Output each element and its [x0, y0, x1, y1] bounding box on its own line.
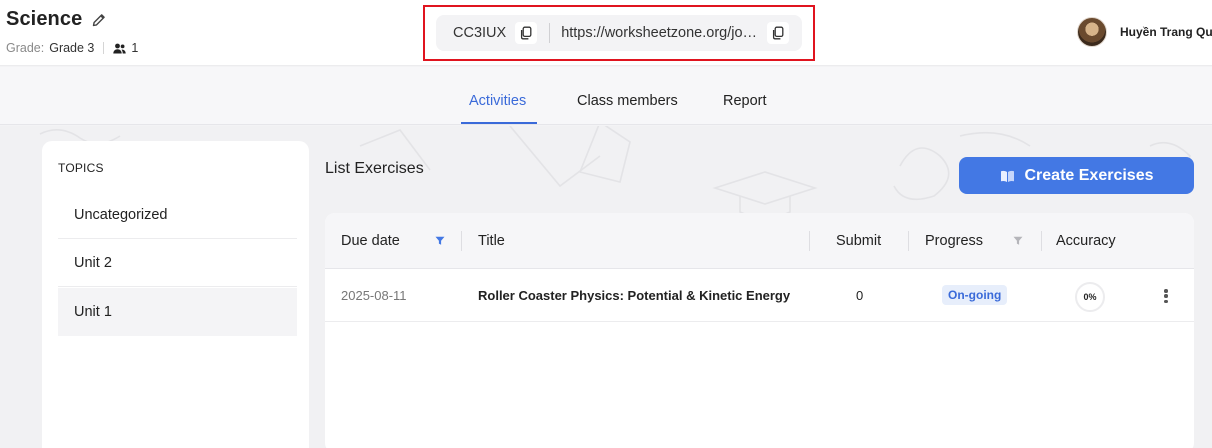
- copy-icon: [773, 26, 784, 40]
- active-tab-indicator: [461, 122, 537, 124]
- user-name[interactable]: Huyền Trang Quách: [1120, 25, 1212, 39]
- filter-icon[interactable]: [1013, 236, 1023, 246]
- table-header: Due date Title Submit Progress Accuracy: [325, 213, 1194, 269]
- class-header: Science Grade: Grade 3 1 CC3IUX https://…: [0, 0, 1212, 66]
- kebab-icon[interactable]: [1161, 287, 1171, 305]
- filter-icon[interactable]: [435, 236, 445, 246]
- col-submit: Submit: [836, 233, 882, 249]
- copy-code-button[interactable]: [515, 22, 538, 44]
- grade-label: Grade:: [6, 41, 45, 55]
- col-title: Title: [478, 233, 505, 249]
- join-url: https://worksheetzone.org/join/CC3IUX: [561, 25, 757, 41]
- col-progress[interactable]: Progress: [925, 233, 983, 249]
- topic-item-unit-2[interactable]: Unit 2: [58, 239, 297, 287]
- header-divider: [809, 231, 810, 251]
- member-count-value: 1: [131, 41, 139, 55]
- tab-activities[interactable]: Activities: [469, 93, 526, 109]
- tab-class-members[interactable]: Class members: [577, 93, 678, 109]
- status-badge: On-going: [942, 285, 1008, 305]
- row-due-date: 2025-08-11: [341, 288, 407, 303]
- class-title: Science: [6, 8, 107, 31]
- book-icon: [1000, 170, 1014, 182]
- exercises-table: Due date Title Submit Progress Accuracy …: [325, 213, 1194, 448]
- header-divider: [461, 231, 462, 251]
- share-panel: CC3IUX https://worksheetzone.org/join/CC…: [436, 15, 802, 51]
- copy-url-button[interactable]: [767, 22, 790, 44]
- member-count: 1: [113, 41, 138, 55]
- pencil-icon[interactable]: [91, 12, 107, 28]
- topics-panel: TOPICS Uncategorized Unit 2 Unit 1: [42, 141, 309, 448]
- table-row[interactable]: 2025-08-11 Roller Coaster Physics: Poten…: [325, 269, 1194, 322]
- users-icon: [113, 43, 127, 53]
- grade-value: Grade 3: [49, 41, 95, 55]
- header-divider: [908, 231, 909, 251]
- avatar[interactable]: [1077, 17, 1107, 47]
- accuracy-indicator: 0%: [1075, 282, 1105, 312]
- tabs-bar: Activities Class members Report: [0, 67, 1212, 125]
- copy-icon: [521, 26, 532, 40]
- col-accuracy: Accuracy: [1056, 233, 1116, 249]
- topics-title: TOPICS: [58, 161, 104, 175]
- row-submit: 0: [856, 288, 864, 303]
- topic-item-unit-1[interactable]: Unit 1: [58, 288, 297, 336]
- create-exercises-button[interactable]: Create Exercises: [959, 157, 1194, 194]
- class-code: CC3IUX: [453, 25, 507, 41]
- header-divider: [1041, 231, 1042, 251]
- create-exercises-label: Create Exercises: [1024, 166, 1154, 184]
- row-title[interactable]: Roller Coaster Physics: Potential & Kine…: [478, 288, 796, 303]
- topic-item-uncategorized[interactable]: Uncategorized: [58, 191, 297, 239]
- class-meta: Grade: Grade 3 1: [6, 41, 138, 55]
- class-name: Science: [6, 8, 83, 30]
- tab-report[interactable]: Report: [723, 93, 767, 109]
- share-divider: [549, 23, 551, 43]
- list-title: List Exercises: [325, 160, 424, 177]
- user-menu[interactable]: Huyền Trang Quách: [1077, 17, 1212, 47]
- col-due-date[interactable]: Due date: [341, 233, 400, 249]
- share-box-highlight: CC3IUX https://worksheetzone.org/join/CC…: [423, 5, 815, 61]
- meta-divider: [103, 42, 105, 54]
